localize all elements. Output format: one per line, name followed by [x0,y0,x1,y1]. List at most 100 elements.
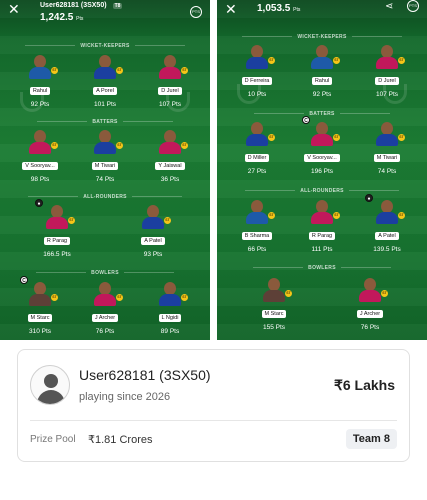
player-badge: ST [268,212,275,219]
player-card[interactable]: ST M Tiwari 74 Pts [365,122,409,175]
player-name: L Ngidi [158,314,182,322]
player-avatar [158,130,182,154]
player-card[interactable]: ST A Patel 93 Pts [131,205,175,258]
player-avatar [28,282,52,306]
player-card[interactable]: ● ST R Parag 166.5 Pts [35,199,79,258]
right-team-pitch: ✕ 1,053.5 Pts ⋖ PTS WICKET-KEEPERS BATTE… [217,0,427,340]
player-points: 101 Pts [93,101,117,108]
player-badge: ST [116,142,123,149]
player-badge: ST [398,212,405,219]
section-bowlers: BOWLERS [217,265,427,271]
player-badge: ST [285,290,292,297]
section-batters: BATTERS [217,111,427,117]
player-points: 196 Pts [310,168,334,175]
player-name: J Archer [356,310,384,318]
player-card[interactable]: ST R Parag 111 Pts [300,200,344,253]
player-avatar [245,200,269,224]
left-team-pitch: ✕ User628181 (3SX50) T8 1,242.5 Pts PTS W… [0,0,210,340]
team-preview-screens: ✕ User628181 (3SX50) T8 1,242.5 Pts PTS W… [0,0,427,340]
player-badge: ST [116,67,123,74]
section-wicket-keepers: WICKET-KEEPERS [0,43,210,49]
player-badge: ST [333,57,340,64]
player-avatar [375,122,399,146]
player-name: Rahul [29,87,51,95]
player-badge: ST [333,134,340,141]
player-card[interactable]: ST Rahul 92 Pts [18,55,62,108]
user-avatar-icon [30,365,70,405]
player-card[interactable]: ST D Jurel 107 Pts [365,45,409,98]
section-wicket-keepers: WICKET-KEEPERS [217,34,427,40]
user-name: User628181 (3SX50) [79,367,211,383]
player-points: 10 Pts [247,91,267,98]
player-avatar [262,278,286,302]
player-badge: ST [181,67,188,74]
player-points: 107 Pts [158,101,182,108]
player-card[interactable]: ST M Starc 155 Pts [252,278,296,331]
player-badge: ST [181,294,188,301]
player-name: V Sooryav... [304,154,340,162]
player-avatar [310,200,334,224]
prize-pool-label: Prize Pool [30,434,76,445]
player-name: D Miller [244,154,270,162]
player-name: J Archer [91,314,119,322]
close-icon[interactable]: ✕ [8,2,22,16]
section-bowlers: BOWLERS [0,270,210,276]
player-points: 66 Pts [247,246,267,253]
close-icon[interactable]: ✕ [225,2,239,16]
player-card[interactable]: ST L Ngidi 89 Pts [148,282,192,335]
left-points-value: 1,242.5 [40,12,74,23]
player-avatar [245,45,269,69]
captain-icon: C [20,276,28,284]
player-points: 107 Pts [375,91,399,98]
player-points: 92 Pts [312,91,332,98]
player-card[interactable]: ST A Porel 101 Pts [83,55,127,108]
player-card[interactable]: ST D Miller 27 Pts [235,122,279,175]
player-card[interactable]: C ST V Sooryav... 196 Pts [300,116,344,175]
player-name: A Patel [375,232,399,240]
player-card[interactable]: ST Y Jaiswal 36 Pts [148,130,192,183]
divider [30,420,397,421]
player-avatar [93,282,117,306]
player-points: 166.5 Pts [43,251,71,258]
player-points: 93 Pts [143,251,163,258]
player-card[interactable]: ST M Tiwari 74 Pts [83,130,127,183]
player-card[interactable]: ST D Ferreira 10 Pts [235,45,279,98]
player-avatar [375,200,399,224]
player-points: 76 Pts [95,328,115,335]
player-name: A Patel [141,237,165,245]
player-points: 310 Pts [28,328,52,335]
player-name: D Jurel [375,77,399,85]
player-card[interactable]: ST J Archer 76 Pts [348,278,392,331]
right-points-value: 1,053.5 [257,3,291,14]
player-card[interactable]: ST Rahul 92 Pts [300,45,344,98]
player-badge: ST [181,142,188,149]
player-badge: ST [116,294,123,301]
player-avatar [310,122,334,146]
player-points: 74 Pts [377,168,397,175]
pts-icon[interactable]: PTS [190,6,202,18]
team-badge[interactable]: Team 8 [345,429,397,449]
player-card[interactable]: ST V Sooryav... 98 Pts [18,130,62,183]
player-points: 27 Pts [247,168,267,175]
player-avatar [158,55,182,79]
player-name: V Sooryav... [22,162,58,170]
left-username-text: User628181 (3SX50) [40,2,107,9]
player-avatar [358,278,382,302]
player-avatar [158,282,182,306]
player-card[interactable]: C ST M Starc 310 Pts [18,276,62,335]
player-card[interactable]: ST J Archer 76 Pts [83,282,127,335]
pts-icon[interactable]: PTS [407,0,419,12]
player-points: 155 Pts [262,324,286,331]
player-name: M Tiwari [91,162,119,170]
winner-summary-card[interactable]: User628181 (3SX50) playing since 2026 ₹6… [17,349,410,462]
player-card[interactable]: ST B Sharma 66 Pts [235,200,279,253]
player-card[interactable]: ● ST A Patel 139.5 Pts [365,194,409,253]
prize-amount: ₹6 Lakhs [333,377,395,393]
player-badge: ST [51,67,58,74]
player-card[interactable]: ST D Jurel 107 Pts [148,55,192,108]
player-badge: ST [398,57,405,64]
player-badge: ST [164,217,171,224]
share-icon[interactable]: ⋖ [385,1,393,12]
player-name: Y Jaiswal [155,162,185,170]
player-points: 89 Pts [160,328,180,335]
